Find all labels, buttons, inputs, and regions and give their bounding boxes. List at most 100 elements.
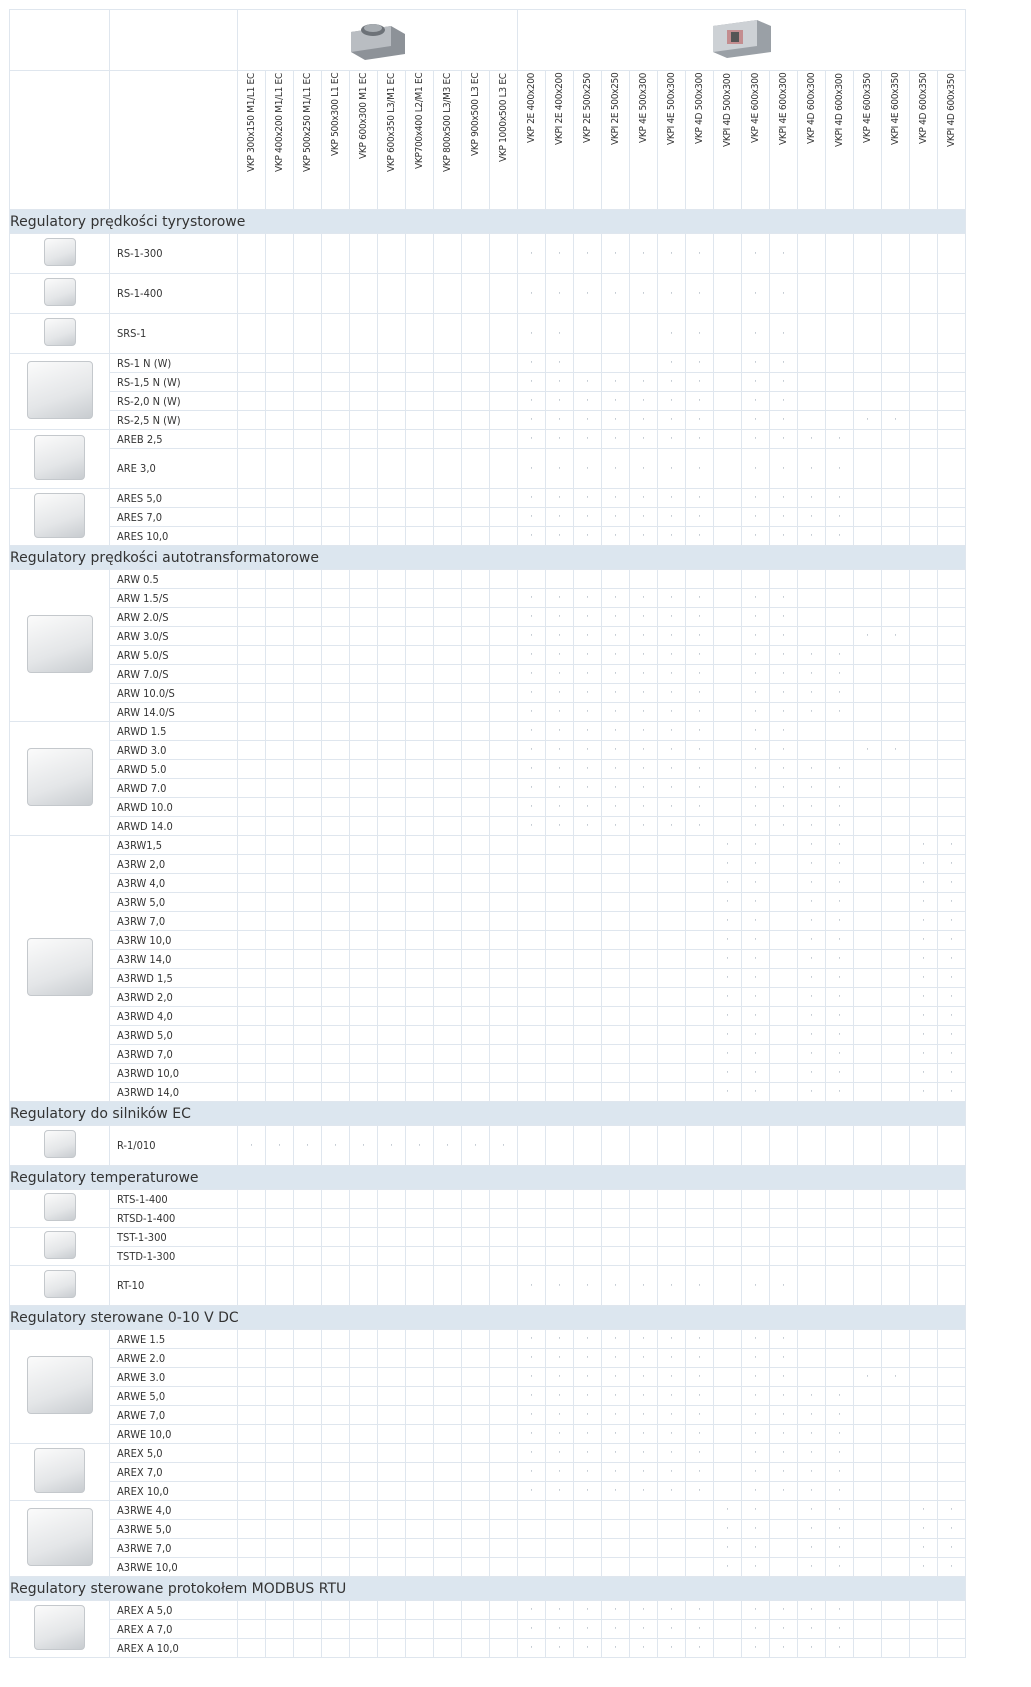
compat-cell (405, 1424, 434, 1444)
compat-cell: · (685, 740, 714, 760)
compat-mark: · (390, 1140, 393, 1151)
compat-mark: · (670, 631, 673, 641)
compat-cell (881, 429, 910, 449)
compat-cell (573, 313, 602, 354)
compat-cell: · (797, 1462, 826, 1482)
compat-cell: · (601, 372, 630, 392)
compat-mark: · (586, 1334, 589, 1344)
compat-mark: · (642, 1372, 645, 1382)
product-name: A3RW1,5 (109, 835, 238, 855)
compat-mark: · (698, 1486, 701, 1496)
model-name: VKP 1000x500 L3 EC (498, 73, 509, 162)
compat-mark: · (754, 992, 757, 1002)
compat-cell (853, 683, 882, 703)
compat-cell (293, 273, 322, 314)
compat-mark: · (642, 802, 645, 812)
compat-mark: · (754, 463, 757, 474)
compat-mark: · (586, 1410, 589, 1420)
compat-cell: · (797, 429, 826, 449)
compat-cell: · (601, 410, 630, 430)
compat-cell (853, 721, 882, 741)
compat-mark: · (698, 463, 701, 474)
compat-mark: · (530, 377, 533, 387)
compat-cell (321, 645, 350, 665)
compat-cell (433, 526, 462, 546)
compat-cell (265, 1519, 294, 1539)
compat-cell (517, 1125, 546, 1166)
compat-cell: · (797, 664, 826, 684)
compat-cell: · (601, 1329, 630, 1349)
compat-mark: · (950, 878, 953, 888)
compat-mark: · (670, 669, 673, 679)
compat-cell: · (825, 488, 854, 508)
compat-cell (321, 664, 350, 684)
model-column-header: VKPI 4E 600x300 (769, 70, 798, 210)
compat-cell: · (937, 1500, 966, 1520)
compat-mark: · (670, 593, 673, 603)
compat-cell: · (685, 702, 714, 722)
compat-cell (349, 854, 378, 874)
compat-mark: · (530, 1334, 533, 1344)
compat-mark: · (726, 916, 729, 926)
compat-cell (797, 1367, 826, 1387)
compat-mark: · (698, 802, 701, 812)
product-name: ARW 2.0/S (109, 607, 238, 627)
compat-cell (937, 1462, 966, 1482)
compat-cell: · (741, 410, 770, 430)
compat-cell (545, 949, 574, 969)
compat-mark: · (642, 1353, 645, 1363)
compat-mark: · (698, 783, 701, 793)
compat-cell: · (517, 526, 546, 546)
product-row: AREX 7,0 · · · · · · · · · · · (10, 1462, 966, 1482)
product-name: ARW 3.0/S (109, 626, 238, 646)
compat-cell: · (573, 273, 602, 314)
model-column-header: VKP 400x200 M1/L1 EC (265, 70, 294, 210)
compat-cell: · (825, 1500, 854, 1520)
compat-cell (713, 759, 742, 779)
section-title: Regulatory do silników EC (9, 1101, 966, 1126)
compat-cell (713, 1481, 742, 1501)
compat-cell (293, 233, 322, 274)
product-row: ARW 7.0/S · · · · · · · · · · · (10, 664, 966, 684)
compat-mark: · (782, 463, 785, 474)
model-name: VKP 600x350 L3/M1 EC (386, 73, 397, 172)
compat-cell (629, 353, 658, 373)
model-column-header: VKPI 4E 600x350 (881, 70, 910, 210)
compat-cell (657, 569, 686, 589)
model-name: VKP 300x150 M1/L1 EC (246, 73, 257, 172)
compat-cell (405, 1619, 434, 1639)
compat-cell (265, 778, 294, 798)
compat-mark: · (782, 688, 785, 698)
compat-cell: · (741, 1538, 770, 1558)
compat-mark: · (642, 745, 645, 755)
compat-mark: · (530, 764, 533, 774)
compat-cell (265, 1348, 294, 1368)
compat-cell (881, 391, 910, 411)
compat-mark: · (838, 878, 841, 888)
compat-cell (321, 911, 350, 931)
compat-cell (321, 429, 350, 449)
compat-cell (601, 1246, 630, 1266)
product-name: A3RW 7,0 (109, 911, 238, 931)
compat-mark: · (922, 897, 925, 907)
compat-cell (909, 816, 938, 836)
compat-cell (713, 273, 742, 314)
compat-cell (321, 1443, 350, 1463)
compat-cell: · (741, 448, 770, 489)
product-row: RS-2,5 N (W) · · · · · · · · · · · (10, 410, 966, 430)
compat-cell (461, 1638, 490, 1658)
compat-mark: · (838, 1030, 841, 1040)
model-name: VKP 800x500 L3/M3 EC (442, 73, 453, 172)
compat-cell (545, 1538, 574, 1558)
compat-mark: · (670, 1334, 673, 1344)
compat-cell (433, 1367, 462, 1387)
compat-cell (489, 626, 518, 646)
compat-mark: · (754, 688, 757, 698)
compat-cell (461, 1063, 490, 1083)
compat-cell (321, 273, 350, 314)
compat-cell: · (741, 1082, 770, 1102)
compat-cell: · (629, 664, 658, 684)
compat-cell (377, 816, 406, 836)
compat-cell (881, 949, 910, 969)
compat-cell (265, 1557, 294, 1577)
